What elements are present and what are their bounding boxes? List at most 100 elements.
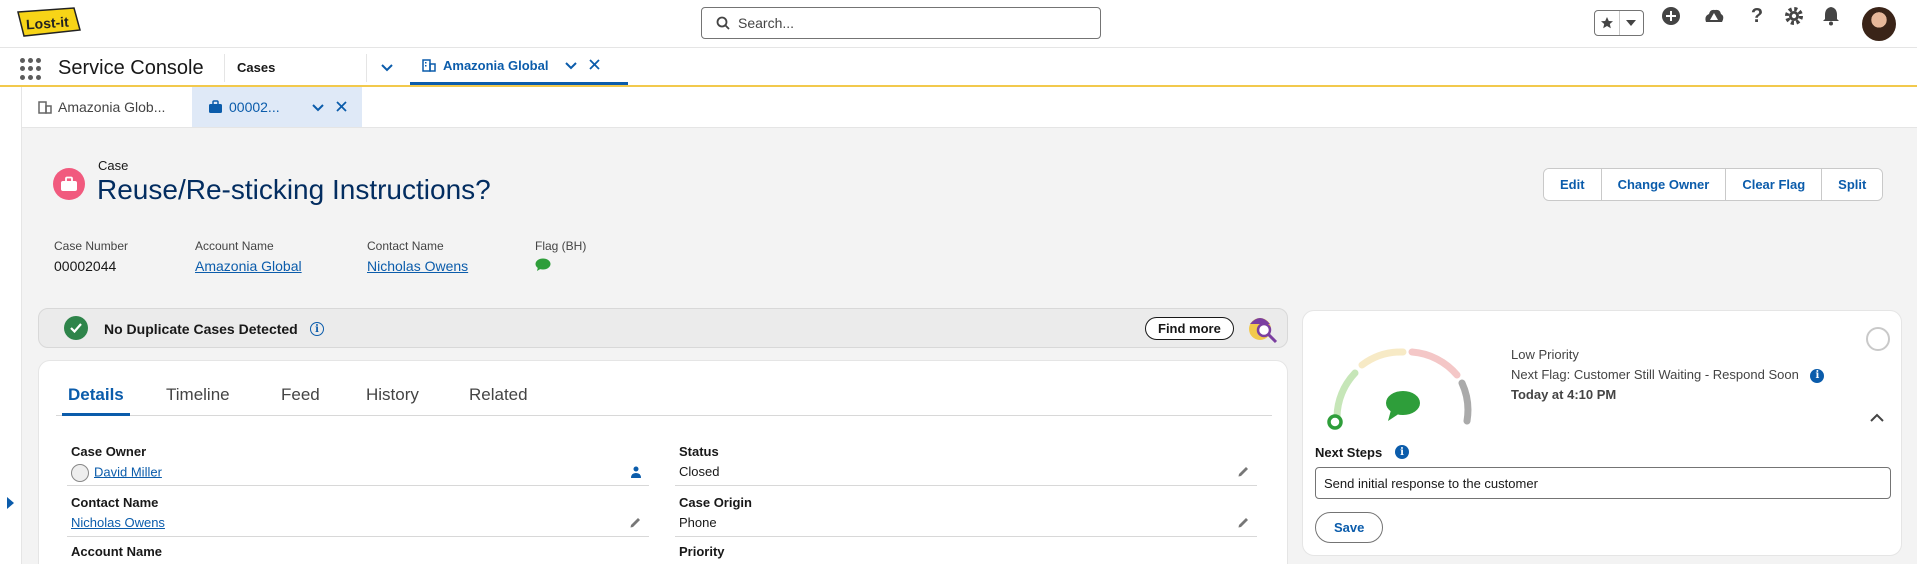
notifications-bell-icon[interactable] xyxy=(1815,0,1847,32)
flag-panel: Low Priority Next Flag: Customer Still W… xyxy=(1302,310,1902,556)
app-name: Service Console xyxy=(58,57,204,79)
field-label: Case Origin xyxy=(679,495,752,510)
edit-pencil-icon[interactable] xyxy=(1237,516,1251,530)
highlight-label: Flag (BH) xyxy=(535,239,587,253)
subtab-label: Amazonia Glob... xyxy=(58,99,166,115)
utility-left-rail xyxy=(0,87,22,564)
highlight-label: Account Name xyxy=(195,239,274,253)
highlight-contact-name: Contact Name Nicholas Owens xyxy=(367,239,468,274)
edit-pencil-icon[interactable] xyxy=(1237,465,1251,479)
find-more-button[interactable]: Find more xyxy=(1145,317,1234,340)
tab-menu-chevron-down-icon[interactable] xyxy=(565,58,577,73)
lost-it-logo[interactable]: Lost-it xyxy=(14,6,82,40)
tab-details[interactable]: Details xyxy=(62,385,130,416)
global-search-input[interactable]: Search... xyxy=(701,7,1101,39)
field-label: Status xyxy=(679,444,719,459)
field-label: Account Name xyxy=(71,544,163,559)
account-building-icon xyxy=(422,59,436,72)
edit-pencil-icon[interactable] xyxy=(629,516,643,530)
nav-menu-chevron-down-icon[interactable] xyxy=(375,58,399,78)
field-label: Case Owner xyxy=(71,444,147,459)
change-owner-button[interactable]: Change Owner xyxy=(1600,169,1726,200)
subtab-chevron-down-icon[interactable] xyxy=(311,99,324,115)
search-icon xyxy=(716,16,730,30)
change-owner-icon[interactable] xyxy=(629,465,643,479)
info-icon[interactable]: i xyxy=(1810,368,1825,383)
help-icon[interactable]: ? xyxy=(1741,0,1773,32)
case-briefcase-icon xyxy=(209,100,222,113)
info-icon[interactable]: i xyxy=(310,322,324,336)
contact-name-link[interactable]: Nicholas Owens xyxy=(71,515,165,530)
clear-flag-button[interactable]: Clear Flag xyxy=(1725,169,1822,200)
record-title: Reuse/Re-sticking Instructions? xyxy=(97,174,491,205)
flag-next: Next Flag: Customer Still Waiting - Resp… xyxy=(1511,367,1825,383)
highlight-label: Contact Name xyxy=(367,239,444,253)
trailhead-icon[interactable] xyxy=(1698,0,1730,32)
user-avatar[interactable] xyxy=(1862,7,1896,41)
nav-object-cases[interactable]: Cases xyxy=(237,60,275,75)
expand-rail-arrow-icon[interactable] xyxy=(7,497,14,509)
close-tab-icon[interactable] xyxy=(589,58,600,73)
highlight-case-number: Case Number 00002044 xyxy=(54,239,128,274)
global-header: Lost-it Search... ? xyxy=(0,0,1917,48)
case-owner-link[interactable]: David Miller xyxy=(94,464,162,479)
next-steps-input[interactable] xyxy=(1315,467,1891,499)
close-subtab-icon[interactable] xyxy=(335,99,347,115)
account-building-icon xyxy=(38,101,52,114)
record-object-label: Case xyxy=(98,158,129,173)
status-value: Closed xyxy=(679,464,720,479)
app-nav-bar: Service Console Cases Amazonia Global |.… xyxy=(0,48,1917,87)
duplicate-mascot-icon xyxy=(1246,312,1280,346)
subtab-account[interactable]: Amazonia Glob... xyxy=(22,87,192,127)
field-case-owner: Case Owner David Miller xyxy=(67,438,649,486)
collapse-chevron-up-icon[interactable] xyxy=(1869,411,1885,427)
workspace-tab-title: Amazonia Global |... xyxy=(443,57,551,73)
highlight-label: Case Number xyxy=(54,239,129,253)
tab-feed[interactable]: Feed xyxy=(281,385,320,405)
success-check-icon xyxy=(64,316,88,340)
priority-gauge xyxy=(1317,325,1487,435)
split-button[interactable]: Split xyxy=(1821,169,1883,200)
workspace-tab-account[interactable]: Amazonia Global |... xyxy=(410,48,628,85)
flag-priority: Low Priority xyxy=(1511,347,1579,362)
search-placeholder: Search... xyxy=(738,15,795,31)
field-priority: Priority xyxy=(675,538,1257,564)
field-label: Contact Name xyxy=(71,495,159,510)
info-icon[interactable]: i xyxy=(1395,445,1409,459)
duplicate-check-banner: No Duplicate Cases Detected i Find more xyxy=(38,308,1288,348)
favorites-star-icon[interactable] xyxy=(1595,11,1619,35)
next-steps-label: Next Steps xyxy=(1315,445,1383,460)
favorites-button-group[interactable] xyxy=(1594,10,1644,36)
highlight-flag: Flag (BH) xyxy=(535,239,586,275)
subtab-case[interactable]: 00002... xyxy=(192,87,362,127)
case-origin-value: Phone xyxy=(679,515,717,530)
contact-name-link[interactable]: Nicholas Owens xyxy=(367,258,468,274)
favorites-dropdown-icon[interactable] xyxy=(1618,11,1643,35)
subtab-bar: Amazonia Glob... 00002... xyxy=(22,87,1917,128)
global-create-icon[interactable] xyxy=(1655,0,1687,32)
flag-chat-icon xyxy=(535,258,586,275)
details-card: Details Timeline Feed History Related Ca… xyxy=(38,360,1288,564)
flag-next-text: Next Flag: Customer Still Waiting - Resp… xyxy=(1511,367,1799,382)
tab-timeline[interactable]: Timeline xyxy=(166,385,230,405)
duplicate-message: No Duplicate Cases Detected xyxy=(104,321,298,337)
field-status: Status Closed xyxy=(675,438,1257,486)
record-actions: Edit Change Owner Clear Flag Split xyxy=(1543,168,1884,201)
field-contact-name: Contact Name Nicholas Owens xyxy=(67,489,649,537)
field-case-origin: Case Origin Phone xyxy=(675,489,1257,537)
edit-button[interactable]: Edit xyxy=(1544,169,1601,200)
account-name-link[interactable]: Amazonia Global xyxy=(195,258,302,274)
app-launcher-icon[interactable] xyxy=(20,58,42,80)
tab-history[interactable]: History xyxy=(366,385,419,405)
svg-text:Lost-it: Lost-it xyxy=(25,14,69,33)
case-object-icon xyxy=(53,168,85,200)
owner-avatar-icon xyxy=(71,464,89,482)
case-owner-value: David Miller xyxy=(71,464,162,482)
field-account-name: Account Name xyxy=(67,538,649,564)
flag-when: Today at 4:10 PM xyxy=(1511,387,1617,402)
flag-app-logo-icon xyxy=(1866,327,1890,351)
tab-related[interactable]: Related xyxy=(469,385,528,405)
save-button[interactable]: Save xyxy=(1315,512,1384,543)
setup-gear-icon[interactable] xyxy=(1778,0,1810,32)
highlight-account-name: Account Name Amazonia Global xyxy=(195,239,302,274)
